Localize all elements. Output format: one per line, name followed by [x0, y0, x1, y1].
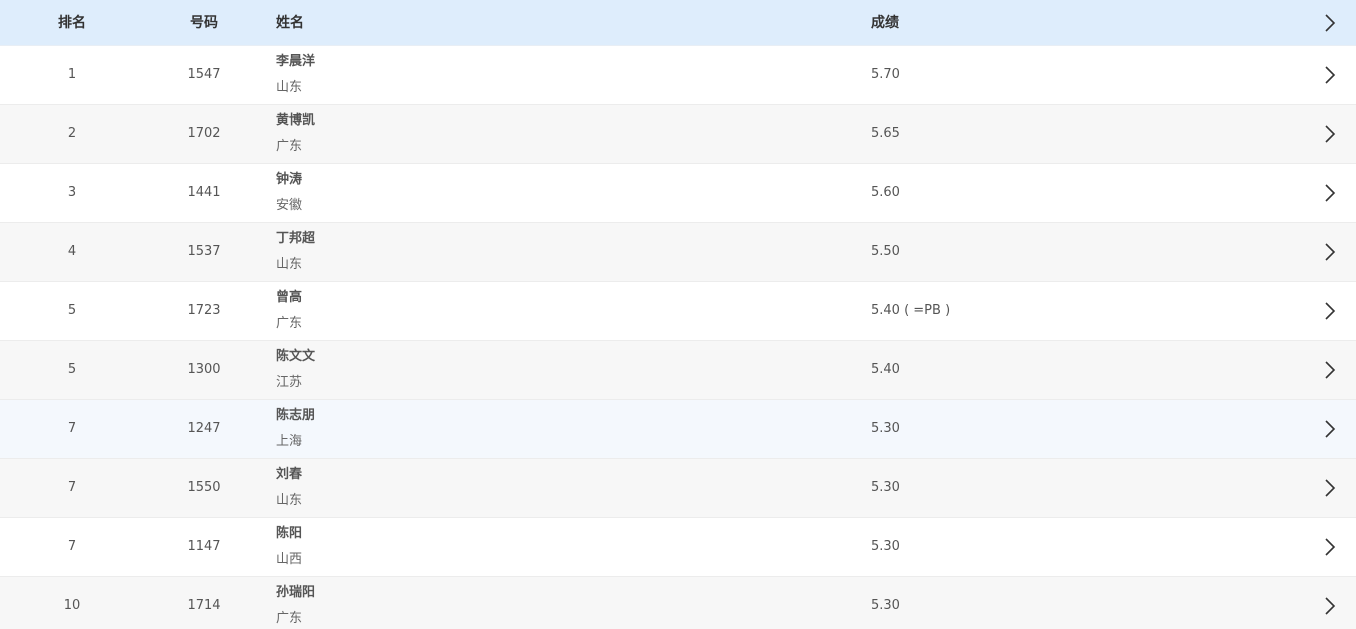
row-detail-button[interactable] — [1318, 223, 1342, 281]
number-cell: 1702 — [187, 126, 221, 141]
name-cell: 黄博凯 广东 — [276, 112, 315, 156]
number-cell: 1441 — [187, 185, 221, 200]
number-cell: 1723 — [187, 303, 221, 318]
athlete-name: 陈文文 — [276, 349, 316, 364]
athlete-name: 黄博凯 — [276, 113, 316, 128]
name-cell: 丁邦超 山东 — [276, 230, 315, 274]
name-cell: 钟涛 安徽 — [276, 171, 302, 215]
athlete-region: 山东 — [276, 493, 303, 508]
chevron-right-icon — [1325, 420, 1336, 438]
athlete-region: 江苏 — [276, 375, 303, 390]
row-detail-button[interactable] — [1318, 577, 1342, 629]
number-cell: 1537 — [187, 244, 221, 259]
score-cell: 5.60 — [871, 185, 900, 200]
score-cell: 5.50 — [871, 244, 900, 259]
athlete-region: 上海 — [276, 434, 303, 449]
athlete-region: 安徽 — [276, 198, 303, 213]
athlete-name: 丁邦超 — [276, 231, 316, 246]
table-row[interactable]: 7 1147 陈阳山西 5.30 — [0, 518, 1356, 577]
rank-cell: 5 — [67, 303, 77, 318]
table-row[interactable]: 7 1550 刘春山东 5.30 — [0, 459, 1356, 518]
chevron-right-icon — [1325, 66, 1336, 84]
number-cell: 1147 — [187, 539, 221, 554]
row-detail-button[interactable] — [1318, 459, 1342, 517]
athlete-region: 山东 — [276, 257, 303, 272]
chevron-right-icon — [1325, 14, 1336, 32]
athlete-region: 山东 — [276, 80, 303, 95]
number-cell: 1547 — [187, 67, 221, 82]
chevron-right-icon — [1325, 361, 1336, 379]
rank-cell: 7 — [67, 480, 77, 495]
athlete-name: 陈志朋 — [276, 408, 316, 423]
name-cell: 刘春 山东 — [276, 466, 302, 510]
rank-cell: 7 — [67, 539, 77, 554]
row-detail-button[interactable] — [1318, 400, 1342, 458]
table-row[interactable]: 2 1702 黄博凯广东 5.65 — [0, 105, 1356, 164]
score-cell: 5.65 — [871, 126, 900, 141]
number-cell: 1247 — [187, 421, 221, 436]
chevron-right-icon — [1325, 479, 1336, 497]
score-cell: 5.70 — [871, 67, 900, 82]
athlete-name: 钟涛 — [276, 172, 303, 187]
header-score: 成绩 — [871, 15, 899, 31]
table-row[interactable]: 5 1723 曾高广东 5.40 ( =PB ) — [0, 282, 1356, 341]
name-cell: 陈志朋 上海 — [276, 407, 315, 451]
athlete-name: 陈阳 — [276, 526, 303, 541]
name-cell: 曾高 广东 — [276, 289, 302, 333]
rank-cell: 1 — [67, 67, 77, 82]
rank-cell: 5 — [67, 362, 77, 377]
score-cell: 5.30 — [871, 539, 900, 554]
athlete-name: 孙瑞阳 — [276, 585, 316, 600]
chevron-right-icon — [1325, 125, 1336, 143]
athlete-region: 山西 — [276, 552, 303, 567]
header-expand-button[interactable] — [1318, 0, 1342, 46]
chevron-right-icon — [1325, 243, 1336, 261]
chevron-right-icon — [1325, 302, 1336, 320]
rank-cell: 7 — [67, 421, 77, 436]
header-name: 姓名 — [276, 15, 304, 31]
table-header: 排名 号码 姓名 成绩 — [0, 0, 1356, 46]
row-detail-button[interactable] — [1318, 46, 1342, 104]
header-rank: 排名 — [58, 15, 86, 31]
chevron-right-icon — [1325, 597, 1336, 615]
number-cell: 1714 — [187, 598, 221, 613]
athlete-region: 广东 — [276, 139, 303, 154]
athlete-region: 广东 — [276, 611, 303, 626]
chevron-right-icon — [1325, 184, 1336, 202]
athlete-name: 曾高 — [276, 290, 303, 305]
row-detail-button[interactable] — [1318, 164, 1342, 222]
score-cell: 5.30 — [871, 480, 900, 495]
name-cell: 孙瑞阳 广东 — [276, 584, 315, 628]
athlete-name: 李晨洋 — [276, 54, 316, 69]
table-row[interactable]: 5 1300 陈文文江苏 5.40 — [0, 341, 1356, 400]
name-cell: 陈阳 山西 — [276, 525, 302, 569]
header-number: 号码 — [190, 15, 218, 31]
table-row[interactable]: 4 1537 丁邦超山东 5.50 — [0, 223, 1356, 282]
score-cell: 5.30 — [871, 598, 900, 613]
chevron-right-icon — [1325, 538, 1336, 556]
rank-cell: 3 — [67, 185, 77, 200]
table-body: 1 1547 李晨洋山东 5.70 2 1702 黄博凯广东 5.65 3 1441 钟涛安徽 5.6… — [0, 46, 1356, 629]
number-cell: 1550 — [187, 480, 221, 495]
table-row[interactable]: 10 1714 孙瑞阳广东 5.30 — [0, 577, 1356, 629]
rank-cell: 2 — [67, 126, 77, 141]
row-detail-button[interactable] — [1318, 341, 1342, 399]
score-cell: 5.40 ( =PB ) — [871, 303, 951, 318]
number-cell: 1300 — [187, 362, 221, 377]
score-cell: 5.30 — [871, 421, 900, 436]
row-detail-button[interactable] — [1318, 105, 1342, 163]
athlete-name: 刘春 — [276, 467, 303, 482]
row-detail-button[interactable] — [1318, 282, 1342, 340]
table-row[interactable]: 3 1441 钟涛安徽 5.60 — [0, 164, 1356, 223]
row-detail-button[interactable] — [1318, 518, 1342, 576]
name-cell: 李晨洋 山东 — [276, 53, 315, 97]
table-row[interactable]: 7 1247 陈志朋上海 5.30 — [0, 400, 1356, 459]
athlete-region: 广东 — [276, 316, 303, 331]
results-table: 排名 号码 姓名 成绩 1 1547 李晨洋山东 5.70 2 1702 黄博凯广东 5.65… — [0, 0, 1356, 629]
rank-cell: 10 — [63, 598, 81, 613]
table-row[interactable]: 1 1547 李晨洋山东 5.70 — [0, 46, 1356, 105]
score-cell: 5.40 — [871, 362, 900, 377]
name-cell: 陈文文 江苏 — [276, 348, 315, 392]
rank-cell: 4 — [67, 244, 77, 259]
